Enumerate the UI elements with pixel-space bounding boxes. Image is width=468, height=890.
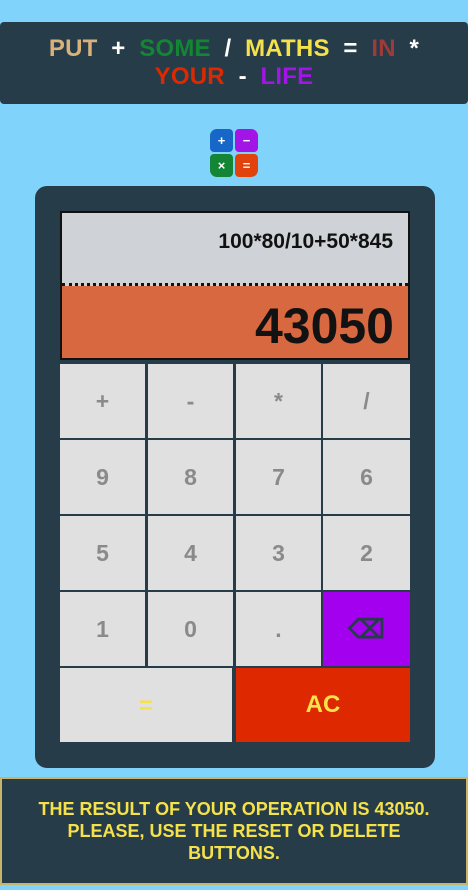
calculator: 100*80/10+50*845 43050 + - * / 9 8 7 6 5… xyxy=(35,186,435,768)
plus-icon: + xyxy=(210,129,233,152)
digit-3-button[interactable]: 3 xyxy=(236,516,321,590)
slogan-word: SOME xyxy=(139,35,211,62)
slogan-symbol: * xyxy=(409,35,420,62)
divide-button[interactable]: / xyxy=(323,364,410,438)
slogan-symbol: + xyxy=(111,35,126,62)
backspace-button[interactable]: ⌫ xyxy=(323,592,410,666)
equals-button[interactable]: = xyxy=(60,668,232,742)
digit-0-button[interactable]: 0 xyxy=(148,592,233,666)
equals-icon: = xyxy=(235,154,258,177)
digit-8-button[interactable]: 8 xyxy=(148,440,233,514)
minus-button[interactable]: - xyxy=(148,364,233,438)
clear-button[interactable]: AC xyxy=(236,668,410,742)
slogan-word: PUT xyxy=(48,35,98,62)
digit-2-button[interactable]: 2 xyxy=(323,516,410,590)
slogan-word: IN xyxy=(371,35,396,62)
digit-9-button[interactable]: 9 xyxy=(60,440,145,514)
result-display: 43050 xyxy=(60,286,410,360)
result-message: THE RESULT OF YOUR OPERATION IS 43050. P… xyxy=(0,777,468,885)
slogan-symbol: = xyxy=(343,35,358,62)
result-message-text: THE RESULT OF YOUR OPERATION IS 43050. P… xyxy=(38,799,430,863)
digit-6-button[interactable]: 6 xyxy=(323,440,410,514)
slogan-symbol: / xyxy=(224,35,232,62)
multiply-button[interactable]: * xyxy=(236,364,321,438)
calculator-logo: + − × = xyxy=(210,129,258,177)
decimal-button[interactable]: . xyxy=(236,592,321,666)
slogan-word: YOUR xyxy=(154,63,225,90)
expression-display: 100*80/10+50*845 xyxy=(60,211,410,287)
slogan-symbol: - xyxy=(238,63,247,90)
slogan-line-2: YOUR - LIFE xyxy=(155,63,314,91)
plus-button[interactable]: + xyxy=(60,364,145,438)
digit-7-button[interactable]: 7 xyxy=(236,440,321,514)
minus-icon: − xyxy=(235,129,258,152)
slogan-word: MATHS xyxy=(245,35,330,62)
digit-4-button[interactable]: 4 xyxy=(148,516,233,590)
slogan-word: LIFE xyxy=(260,63,314,90)
slogan-line-1: PUT + SOME / MATHS = IN * xyxy=(49,35,419,63)
digit-1-button[interactable]: 1 xyxy=(60,592,145,666)
times-icon: × xyxy=(210,154,233,177)
slogan-banner: PUT + SOME / MATHS = IN * YOUR - LIFE xyxy=(0,22,468,104)
digit-5-button[interactable]: 5 xyxy=(60,516,145,590)
